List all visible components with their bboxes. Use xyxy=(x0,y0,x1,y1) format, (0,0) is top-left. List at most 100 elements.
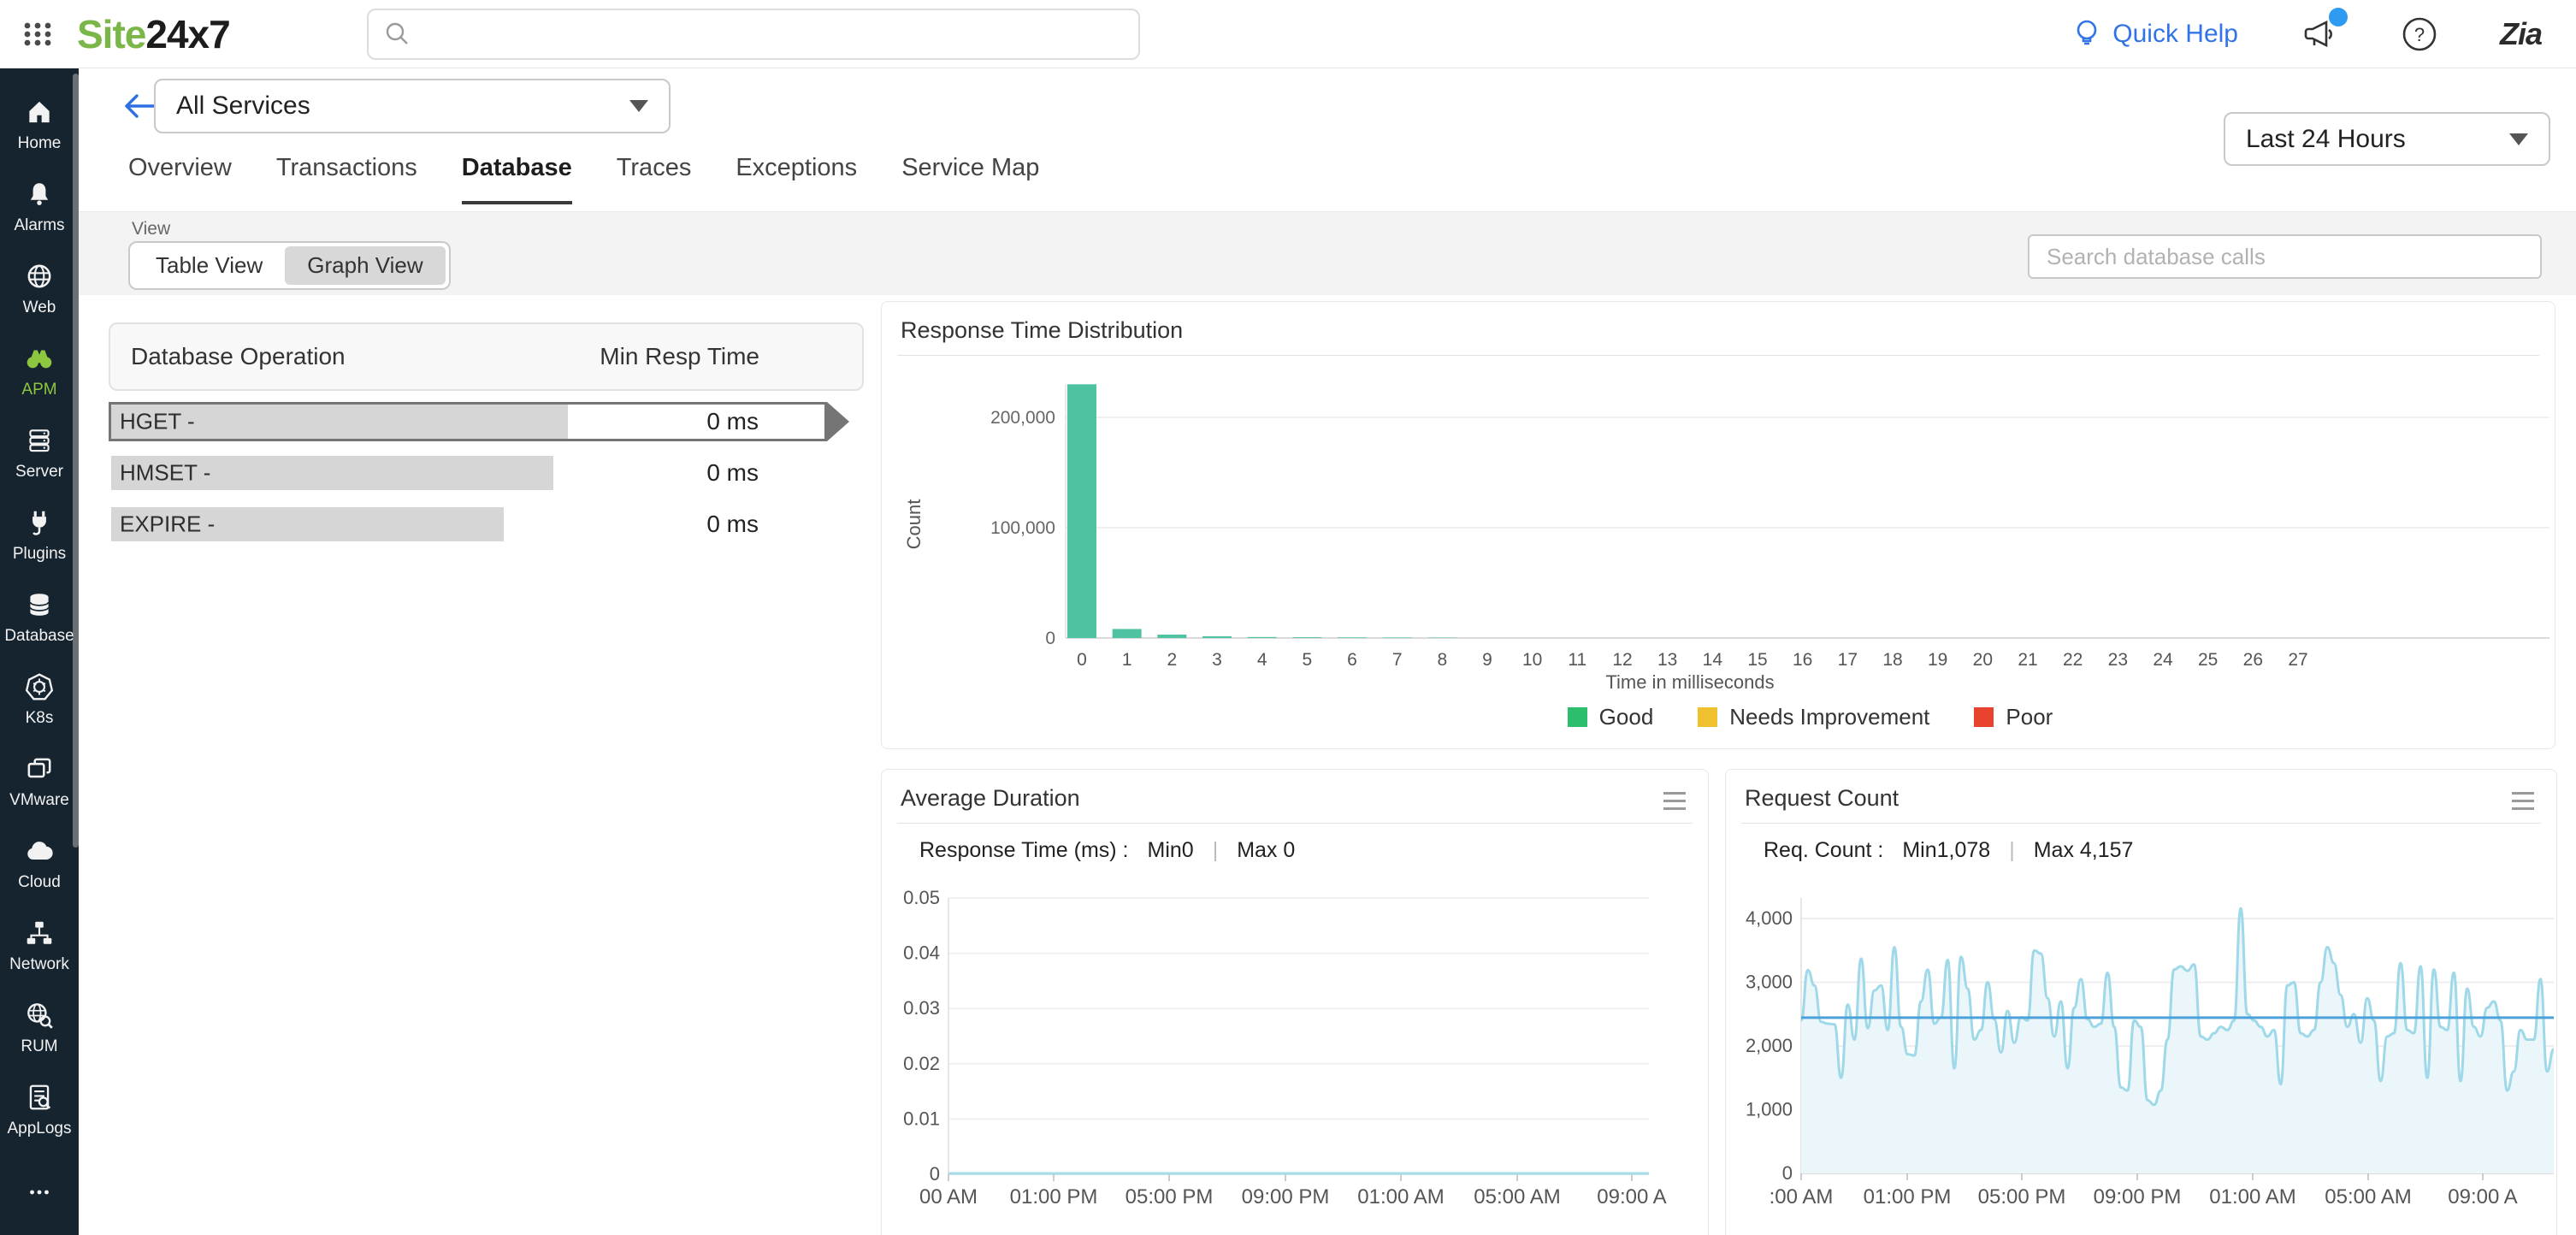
response-time-distribution-chart[interactable]: 0100,000200,0000123456789101112131415161… xyxy=(882,362,2556,697)
sidebar-item-plugins[interactable]: Plugins xyxy=(0,494,79,576)
tab-database[interactable]: Database xyxy=(462,154,572,204)
legend-item-good[interactable]: Good xyxy=(1568,704,1654,730)
legend-swatch xyxy=(1568,707,1587,727)
svg-text:0.02: 0.02 xyxy=(903,1053,940,1074)
legend-item-needs-improvement[interactable]: Needs Improvement xyxy=(1698,704,1929,730)
content-area: All Services Overview Transactions Databas… xyxy=(79,68,2576,1235)
site24x7-logo[interactable]: Site24x7 xyxy=(77,11,230,57)
search-icon xyxy=(384,21,411,48)
service-filter-select[interactable]: All Services xyxy=(154,79,671,133)
applogs-icon xyxy=(24,1082,55,1113)
card-menu-icon[interactable] xyxy=(2512,792,2534,815)
operation-row-hget[interactable]: HGET -0 ms xyxy=(109,402,827,441)
global-search-input[interactable] xyxy=(423,21,1123,48)
svg-text:5: 5 xyxy=(1302,650,1312,670)
sidebar-item-alarms[interactable]: Alarms xyxy=(0,166,79,248)
stats-min: Min0 xyxy=(1148,838,1194,863)
tab-bar: Overview Transactions Database Traces Except… xyxy=(128,154,1039,204)
zia-assistant-button[interactable]: Zia xyxy=(2500,16,2542,52)
time-range-select[interactable]: Last 24 Hours xyxy=(2224,112,2550,166)
tab-transactions[interactable]: Transactions xyxy=(276,154,417,204)
stats-min: Min1,078 xyxy=(1902,838,1990,863)
main-panel: Database Operation Min Resp Time HGET -0… xyxy=(79,295,2576,1235)
help-button[interactable]: ? xyxy=(2401,15,2438,53)
chart-legend: Good Needs Improvement Poor xyxy=(1066,704,2555,730)
sidebar-item-label: Web xyxy=(23,298,56,317)
card-menu-icon[interactable] xyxy=(1663,792,1686,815)
quick-help-button[interactable]: Quick Help xyxy=(2071,17,2238,51)
legend-item-poor[interactable]: Poor xyxy=(1974,704,2053,730)
sidebar-item-label: Server xyxy=(15,463,63,482)
svg-text:1,000: 1,000 xyxy=(1746,1099,1793,1120)
svg-text:11: 11 xyxy=(1568,650,1586,670)
notification-badge xyxy=(2329,8,2348,27)
average-duration-chart[interactable]: 00.010.020.030.040.0500 AM01:00 PM05:00 … xyxy=(882,881,1708,1235)
announcements-button[interactable] xyxy=(2300,15,2339,54)
svg-text:7: 7 xyxy=(1392,650,1403,670)
sidebar-item-more[interactable] xyxy=(0,1151,79,1233)
sidebar-item-applogs[interactable]: AppLogs xyxy=(0,1069,79,1151)
sidebar-item-network[interactable]: Network xyxy=(0,905,79,987)
view-toolbar: View Table ViewGraph View xyxy=(79,211,2576,295)
table-view-button[interactable]: Table View xyxy=(133,246,285,285)
quick-help-label: Quick Help xyxy=(2112,20,2238,49)
legend-swatch xyxy=(1698,707,1717,727)
database-calls-search-input[interactable] xyxy=(2028,234,2542,279)
sidebar-item-server[interactable]: Server xyxy=(0,412,79,494)
legend-label: Good xyxy=(1599,704,1654,730)
operation-min-resp-time: 0 ms xyxy=(706,459,759,487)
view-segmented-control: Table ViewGraph View xyxy=(128,241,451,290)
svg-text:14: 14 xyxy=(1703,650,1723,670)
sidebar-item-rum[interactable]: RUM xyxy=(0,987,79,1069)
svg-text:05:00 PM: 05:00 PM xyxy=(1978,1185,2066,1208)
svg-text::00 AM: :00 AM xyxy=(1770,1185,1834,1208)
sidebar-item-database[interactable]: Database xyxy=(0,576,79,659)
graph-view-button[interactable]: Graph View xyxy=(285,246,445,285)
svg-text:4,000: 4,000 xyxy=(1746,907,1793,929)
svg-text:?: ? xyxy=(2414,24,2425,45)
sidebar-item-label: Plugins xyxy=(13,545,66,564)
operations-rows: HGET -0 ms HMSET -0 ms EXPIRE -0 ms xyxy=(109,402,864,544)
stats-separator: | xyxy=(1213,838,1219,863)
topbar: Site24x7 Quick Help ? xyxy=(0,0,2576,68)
help-circle-icon: ? xyxy=(2401,15,2438,53)
divider xyxy=(1741,823,2541,824)
svg-text:9: 9 xyxy=(1482,650,1492,670)
svg-text:18: 18 xyxy=(1882,650,1902,670)
sidebar-item-cloud[interactable]: Cloud xyxy=(0,823,79,905)
tab-exceptions[interactable]: Exceptions xyxy=(736,154,857,204)
sidebar-scrollbar[interactable] xyxy=(73,74,79,848)
tab-service-map[interactable]: Service Map xyxy=(901,154,1039,204)
kubernetes-icon xyxy=(24,671,55,702)
tab-overview[interactable]: Overview xyxy=(128,154,232,204)
sidebar-item-apm[interactable]: APM xyxy=(0,330,79,412)
sidebar-item-label: Database xyxy=(4,627,74,646)
app-grid-icon[interactable] xyxy=(21,15,58,53)
svg-text:25: 25 xyxy=(2198,650,2218,670)
column-database-operation: Database Operation xyxy=(131,343,346,370)
sidebar-item-vmware[interactable]: VMware xyxy=(0,741,79,823)
lightbulb-icon xyxy=(2071,17,2102,51)
vmware-icon xyxy=(24,753,55,784)
stats-label: Req. Count : xyxy=(1764,838,1883,863)
svg-text:05:00 AM: 05:00 AM xyxy=(1474,1185,1560,1208)
operation-row-expire[interactable]: EXPIRE -0 ms xyxy=(109,505,827,544)
operation-row-hmset[interactable]: HMSET -0 ms xyxy=(109,453,827,493)
request-count-chart[interactable]: 01,0002,0003,0004,000:00 AM01:00 PM05:00… xyxy=(1726,881,2556,1235)
svg-text:09:00 A: 09:00 A xyxy=(2448,1185,2517,1208)
svg-text:Time in milliseconds: Time in milliseconds xyxy=(1605,671,1774,693)
svg-text:0: 0 xyxy=(930,1163,940,1185)
svg-text:3,000: 3,000 xyxy=(1746,972,1793,993)
svg-text:0: 0 xyxy=(1077,650,1087,670)
sidebar-item-label: K8s xyxy=(26,709,54,728)
bell-icon xyxy=(24,179,55,210)
global-search[interactable] xyxy=(367,9,1140,60)
svg-text:22: 22 xyxy=(2063,650,2083,670)
sidebar-item-k8s[interactable]: K8s xyxy=(0,659,79,741)
svg-text:09:00 A: 09:00 A xyxy=(1597,1185,1666,1208)
sidebar-item-web[interactable]: Web xyxy=(0,248,79,330)
subheader: All Services Overview Transactions Databas… xyxy=(79,68,2576,211)
tab-traces[interactable]: Traces xyxy=(617,154,692,204)
sidebar-item-label: Home xyxy=(18,134,62,153)
sidebar-item-home[interactable]: Home xyxy=(0,84,79,166)
